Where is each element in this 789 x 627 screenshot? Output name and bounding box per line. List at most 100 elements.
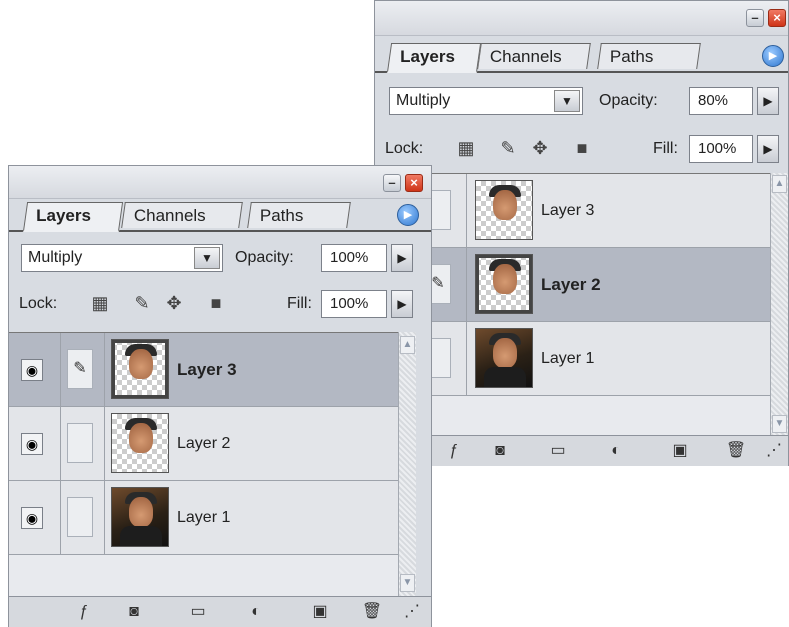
layer-name[interactable]: Layer 2 bbox=[177, 407, 230, 481]
blend-mode-select[interactable]: Multiply ▼ bbox=[389, 87, 583, 115]
new-group-icon[interactable]: ▭ bbox=[187, 602, 209, 622]
lock-paint-icon[interactable]: ✎ bbox=[497, 137, 519, 159]
layer-row[interactable]: ◉ Layer 2 bbox=[9, 407, 399, 481]
adjustment-layer-icon[interactable]: ◐ bbox=[605, 441, 627, 461]
layer-style-icon[interactable]: ƒ bbox=[73, 602, 95, 622]
layer-name[interactable]: Layer 3 bbox=[177, 333, 237, 407]
layer-name[interactable]: Layer 2 bbox=[541, 248, 601, 322]
layer-row-selected[interactable]: ◉ ✎ Layer 3 bbox=[9, 333, 399, 407]
trash-icon[interactable]: 🗑 bbox=[361, 602, 383, 622]
opacity-label: Opacity: bbox=[235, 249, 294, 266]
opacity-label: Opacity: bbox=[599, 92, 658, 109]
layer-thumbnail[interactable] bbox=[111, 413, 169, 473]
blend-mode-value: Multiply bbox=[28, 249, 83, 266]
lock-move-icon[interactable]: ✥ bbox=[163, 292, 185, 314]
layer-thumbnail[interactable] bbox=[475, 328, 533, 388]
layers-scrollbar[interactable]: ▲ ▼ bbox=[398, 332, 416, 596]
layer-thumbnail[interactable] bbox=[111, 487, 169, 547]
layer-mask-icon[interactable]: ◙ bbox=[489, 441, 511, 461]
visibility-cell: ◉ bbox=[9, 333, 61, 406]
layers-panel-back: – × Layers Channels Paths ▶ Multiply ▼ O… bbox=[374, 0, 789, 466]
opacity-input[interactable]: 80% bbox=[689, 87, 753, 115]
lock-all-icon[interactable]: ■ bbox=[205, 292, 227, 314]
lock-label: Lock: bbox=[385, 140, 424, 157]
lock-transparent-icon[interactable]: ▦ bbox=[89, 292, 111, 314]
layer-thumbnail[interactable] bbox=[475, 180, 533, 240]
panel-titlebar[interactable]: – × bbox=[375, 1, 788, 36]
lock-paint-icon[interactable]: ✎ bbox=[131, 292, 153, 314]
panel-titlebar[interactable]: – × bbox=[9, 166, 431, 199]
adjustment-layer-icon[interactable]: ◐ bbox=[245, 602, 267, 622]
brush-icon[interactable]: ✎ bbox=[67, 349, 93, 389]
blend-mode-select[interactable]: Multiply ▼ bbox=[21, 244, 223, 272]
trash-icon[interactable]: 🗑 bbox=[725, 441, 747, 461]
lock-row: Lock: ▦ ✎ ✥ ■ Fill: 100% ▶ bbox=[9, 288, 431, 322]
opacity-input[interactable]: 100% bbox=[321, 244, 387, 272]
scroll-up-icon[interactable]: ▲ bbox=[400, 336, 415, 354]
layer-style-icon[interactable]: ƒ bbox=[443, 441, 465, 461]
panel-bottombar: ƒ ◙ ▭ ◐ ▣ 🗑 ⋰ bbox=[375, 435, 788, 466]
layer-row[interactable]: Layer 3 bbox=[375, 174, 771, 248]
layer-name[interactable]: Layer 3 bbox=[541, 174, 594, 248]
step-arrow-icon[interactable]: ▶ bbox=[391, 290, 413, 318]
link-checkbox[interactable] bbox=[67, 423, 93, 463]
lock-transparent-icon[interactable]: ▦ bbox=[455, 137, 477, 159]
new-layer-icon[interactable]: ▣ bbox=[309, 602, 331, 622]
lock-move-icon[interactable]: ✥ bbox=[529, 137, 551, 159]
panel-tabs: Layers Channels Paths ▶ bbox=[375, 41, 788, 73]
layer-name[interactable]: Layer 1 bbox=[177, 481, 230, 555]
fill-label: Fill: bbox=[653, 140, 678, 157]
scroll-up-icon[interactable]: ▲ bbox=[772, 175, 787, 193]
resize-grip-icon[interactable]: ⋰ bbox=[401, 602, 423, 622]
fill-input[interactable]: 100% bbox=[321, 290, 387, 318]
tab-layers[interactable]: Layers bbox=[386, 43, 482, 73]
scroll-down-icon[interactable]: ▼ bbox=[772, 415, 787, 433]
layer-row-selected[interactable]: ✎ Layer 2 bbox=[375, 248, 771, 322]
lock-row: Lock: ▦ ✎ ✥ ■ Fill: 100% ▶ bbox=[375, 133, 788, 167]
layers-list: Layer 3 ✎ Layer 2 Layer 1 bbox=[375, 173, 771, 436]
tab-channels[interactable]: Channels bbox=[121, 202, 243, 228]
panel-menu-icon[interactable]: ▶ bbox=[397, 204, 419, 226]
layer-row[interactable]: ◉ Layer 1 bbox=[9, 481, 399, 555]
blend-row: Multiply ▼ Opacity: 80% ▶ bbox=[375, 85, 788, 119]
minimize-icon[interactable]: – bbox=[383, 174, 401, 192]
layers-panel-front: – × Layers Channels Paths ▶ Multiply ▼ O… bbox=[8, 165, 432, 627]
dropdown-arrow-icon[interactable]: ▼ bbox=[194, 247, 220, 269]
step-arrow-icon[interactable]: ▶ bbox=[757, 135, 779, 163]
minimize-icon[interactable]: – bbox=[746, 9, 764, 27]
eye-icon[interactable]: ◉ bbox=[21, 359, 43, 381]
panel-menu-icon[interactable]: ▶ bbox=[762, 45, 784, 67]
brush-cell: ✎ bbox=[61, 333, 105, 406]
layer-mask-icon[interactable]: ◙ bbox=[123, 602, 145, 622]
new-layer-icon[interactable]: ▣ bbox=[669, 441, 691, 461]
dropdown-arrow-icon[interactable]: ▼ bbox=[554, 90, 580, 112]
panel-bottombar: ƒ ◙ ▭ ◐ ▣ 🗑 ⋰ bbox=[9, 596, 431, 627]
layer-row[interactable]: Layer 1 bbox=[375, 322, 771, 396]
step-arrow-icon[interactable]: ▶ bbox=[391, 244, 413, 272]
scroll-down-icon[interactable]: ▼ bbox=[400, 574, 415, 592]
layers-scrollbar[interactable]: ▲ ▼ bbox=[770, 173, 788, 435]
eye-icon[interactable]: ◉ bbox=[21, 507, 43, 529]
layer-name[interactable]: Layer 1 bbox=[541, 322, 594, 396]
tab-paths[interactable]: Paths bbox=[597, 43, 701, 69]
tab-paths[interactable]: Paths bbox=[247, 202, 351, 228]
close-icon[interactable]: × bbox=[768, 9, 786, 27]
layer-thumbnail[interactable] bbox=[475, 254, 533, 314]
eye-icon[interactable]: ◉ bbox=[21, 433, 43, 455]
fill-label: Fill: bbox=[287, 295, 312, 312]
visibility-cell: ◉ bbox=[9, 407, 61, 480]
fill-input[interactable]: 100% bbox=[689, 135, 753, 163]
tab-channels[interactable]: Channels bbox=[477, 43, 591, 69]
close-icon[interactable]: × bbox=[405, 174, 423, 192]
brush-cell bbox=[61, 407, 105, 480]
lock-all-icon[interactable]: ■ bbox=[571, 137, 593, 159]
tab-layers[interactable]: Layers bbox=[22, 202, 124, 232]
layer-thumbnail[interactable] bbox=[111, 339, 169, 399]
blend-row: Multiply ▼ Opacity: 100% ▶ bbox=[9, 242, 431, 276]
brush-cell bbox=[61, 481, 105, 554]
resize-grip-icon[interactable]: ⋰ bbox=[763, 441, 785, 461]
new-group-icon[interactable]: ▭ bbox=[547, 441, 569, 461]
panel-tabs: Layers Channels Paths ▶ bbox=[9, 200, 431, 232]
link-checkbox[interactable] bbox=[67, 497, 93, 537]
step-arrow-icon[interactable]: ▶ bbox=[757, 87, 779, 115]
